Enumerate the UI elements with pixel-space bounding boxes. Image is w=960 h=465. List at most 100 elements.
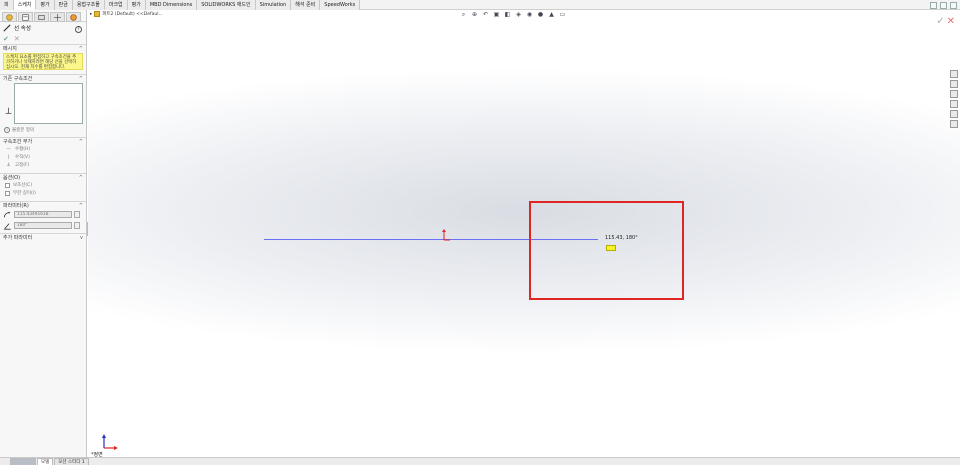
graphics-area[interactable]: ▸ 파트2 (Default) <<Defaul... ⌕ ⊕ ↶ ▣ ◧ ◈ … [88, 10, 960, 458]
option-construction-label: 보조선(C) [13, 183, 33, 188]
options-header[interactable]: 옵션(O) ^ [0, 173, 86, 181]
tab-solidworks-addins[interactable]: SOLIDWORKS 애드인 [197, 0, 256, 10]
length-icon [3, 211, 10, 217]
tab-model[interactable]: 모델 [37, 458, 54, 465]
tab-sketch[interactable]: 스케치 [13, 0, 37, 10]
check-icon[interactable]: ✔ [3, 35, 9, 43]
existing-relations-label: 기존 구속조건 [3, 76, 33, 82]
info-icon: i [4, 127, 10, 133]
tab-evaluate[interactable]: 평가 [36, 0, 55, 10]
tab-sheet-metal[interactable]: 판금 [54, 0, 73, 10]
angle-input[interactable] [14, 222, 72, 229]
monitor-icon[interactable]: ▭ [559, 11, 566, 18]
property-manager-tab[interactable] [18, 12, 33, 22]
add-relations-header[interactable]: 구속조건 부가 ^ [0, 137, 86, 145]
view-orientation-icon[interactable]: ◧ [504, 11, 511, 18]
length-spinner[interactable] [74, 211, 80, 218]
message-text: 스케치 요소를 편집하고 구속조건을 추가하거나 삭제하려면 해당 선을 선택하… [3, 53, 83, 70]
sketch-origin-icon [442, 229, 450, 241]
message-header: 메시지 [3, 46, 17, 52]
appearance-icon[interactable]: ● [537, 11, 544, 18]
heads-up-view-toolbar: ⌕ ⊕ ↶ ▣ ◧ ◈ ◉ ● ▲ ▭ [460, 11, 566, 18]
restore-window-button[interactable] [930, 1, 937, 9]
property-manager: 선 속성 ? ✔ ✕ 메시지 ^ 스케치 요소를 편집하고 구속조건을 추가하거… [0, 10, 87, 457]
confirm-sketch-icon[interactable]: ✓ [936, 16, 944, 27]
tab-weldments[interactable]: 용접구조물 [72, 0, 105, 10]
configuration-manager-tab[interactable] [34, 12, 49, 22]
confirmation-corner: ✓ ✕ [936, 16, 955, 27]
task-pane-appearance-icon[interactable] [950, 110, 958, 118]
task-pane-home-icon[interactable] [950, 70, 958, 78]
task-pane-explorer-icon[interactable] [950, 100, 958, 108]
panel-icon-tabs [0, 10, 86, 22]
window-controls [930, 0, 960, 10]
hide-show-icon[interactable]: ◉ [526, 11, 533, 18]
bottom-tab-bar: 모델 모션 스터디 1 [0, 457, 960, 465]
task-pane-custom-icon[interactable] [950, 120, 958, 128]
appearance-icon [70, 13, 77, 21]
chevron-up-icon: ^ [78, 203, 83, 209]
part-icon [94, 11, 101, 17]
close-document-button[interactable] [950, 1, 957, 9]
option-infinite[interactable]: 무한 길이(I) [0, 189, 86, 197]
highlight-annotation-box [529, 201, 684, 300]
chevron-down-icon: v [80, 235, 83, 241]
tab-mbd-dimensions[interactable]: MBD Dimensions [145, 0, 198, 10]
parameters-header[interactable]: 파라미터(R) ^ [0, 201, 86, 209]
scene-icon[interactable]: ▲ [548, 11, 555, 18]
tab-simulation[interactable]: Simulation [255, 0, 292, 10]
display-manager-tab[interactable] [66, 12, 81, 22]
angle-spinner[interactable] [74, 222, 80, 229]
construction-checkbox[interactable] [5, 182, 10, 188]
close-icon[interactable]: ✕ [14, 35, 20, 43]
relation-fix-item[interactable]: ⚓ 고정(F) [0, 161, 86, 169]
cancel-sketch-icon[interactable]: ✕ [947, 16, 955, 27]
tree-crumb-text: 파트2 (Default) <<Defaul... [102, 12, 163, 17]
dimxpert-manager-tab[interactable] [50, 12, 65, 22]
tab-analysis-prep[interactable]: 해석 준비 [291, 0, 321, 10]
command-manager-tabs: 피 스케치 평가 판금 용접구조물 마크업 평가 MBD Dimensions … [0, 0, 960, 10]
task-pane-tabs [950, 70, 958, 128]
zoom-icon[interactable]: ⊕ [471, 11, 478, 18]
tab-strip: 피 스케치 평가 판금 용접구조물 마크업 평가 MBD Dimensions … [0, 0, 361, 10]
section-view-icon[interactable]: ▣ [493, 11, 500, 18]
chevron-up-icon: ^ [78, 76, 83, 82]
additional-parameters-header[interactable]: 추가 파라미터 v [0, 233, 86, 241]
line-icon [3, 24, 11, 32]
feature-manager-tab[interactable] [2, 12, 17, 22]
tab-speedworks[interactable]: SpeedWorks [320, 0, 361, 10]
sketch-icon [6, 13, 13, 21]
tile-window-button[interactable] [940, 1, 947, 9]
expand-arrow-icon: ▸ [90, 11, 93, 17]
message-section-header[interactable]: 메시지 ^ [0, 44, 86, 52]
length-input[interactable] [14, 211, 72, 218]
fix-icon: ⚓ [6, 162, 11, 168]
panel-title-row: 선 속성 [0, 22, 86, 34]
task-pane-library-icon[interactable] [950, 90, 958, 98]
parameters-label: 파라미터(R) [3, 203, 29, 209]
infinite-length-checkbox[interactable] [5, 190, 10, 196]
chevron-up-icon: ^ [78, 46, 83, 52]
existing-relations-header[interactable]: 기존 구속조건 ^ [0, 74, 86, 82]
reference-triad-icon [102, 434, 118, 450]
task-pane-resources-icon[interactable] [950, 80, 958, 88]
tab-motion-study[interactable]: 모션 스터디 1 [54, 458, 89, 465]
previous-view-icon[interactable]: ↶ [482, 11, 489, 18]
tab-3d-views[interactable] [10, 458, 36, 465]
help-icon[interactable]: ? [75, 26, 82, 33]
angle-icon [3, 222, 11, 230]
tab-evaluate-2[interactable]: 평가 [127, 0, 146, 10]
search-icon[interactable]: ⌕ [460, 11, 467, 18]
tab-feature[interactable]: 피 [0, 0, 14, 10]
chevron-up-icon: ^ [78, 175, 83, 181]
additional-parameters-label: 추가 파라미터 [3, 235, 33, 241]
existing-relations-list[interactable] [14, 83, 83, 124]
relation-vertical-item[interactable]: | 수직(V) [0, 153, 86, 161]
relation-vertical-label: 수직(V) [15, 155, 30, 160]
option-construction[interactable]: 보조선(C) [0, 181, 86, 189]
feature-tree-flyout[interactable]: ▸ 파트2 (Default) <<Defaul... [90, 11, 163, 17]
relation-horizontal-item[interactable]: — 수평(H) [0, 145, 86, 153]
tab-markup[interactable]: 마크업 [104, 0, 128, 10]
display-style-icon[interactable]: ◈ [515, 11, 522, 18]
angle-param-row [0, 220, 86, 231]
